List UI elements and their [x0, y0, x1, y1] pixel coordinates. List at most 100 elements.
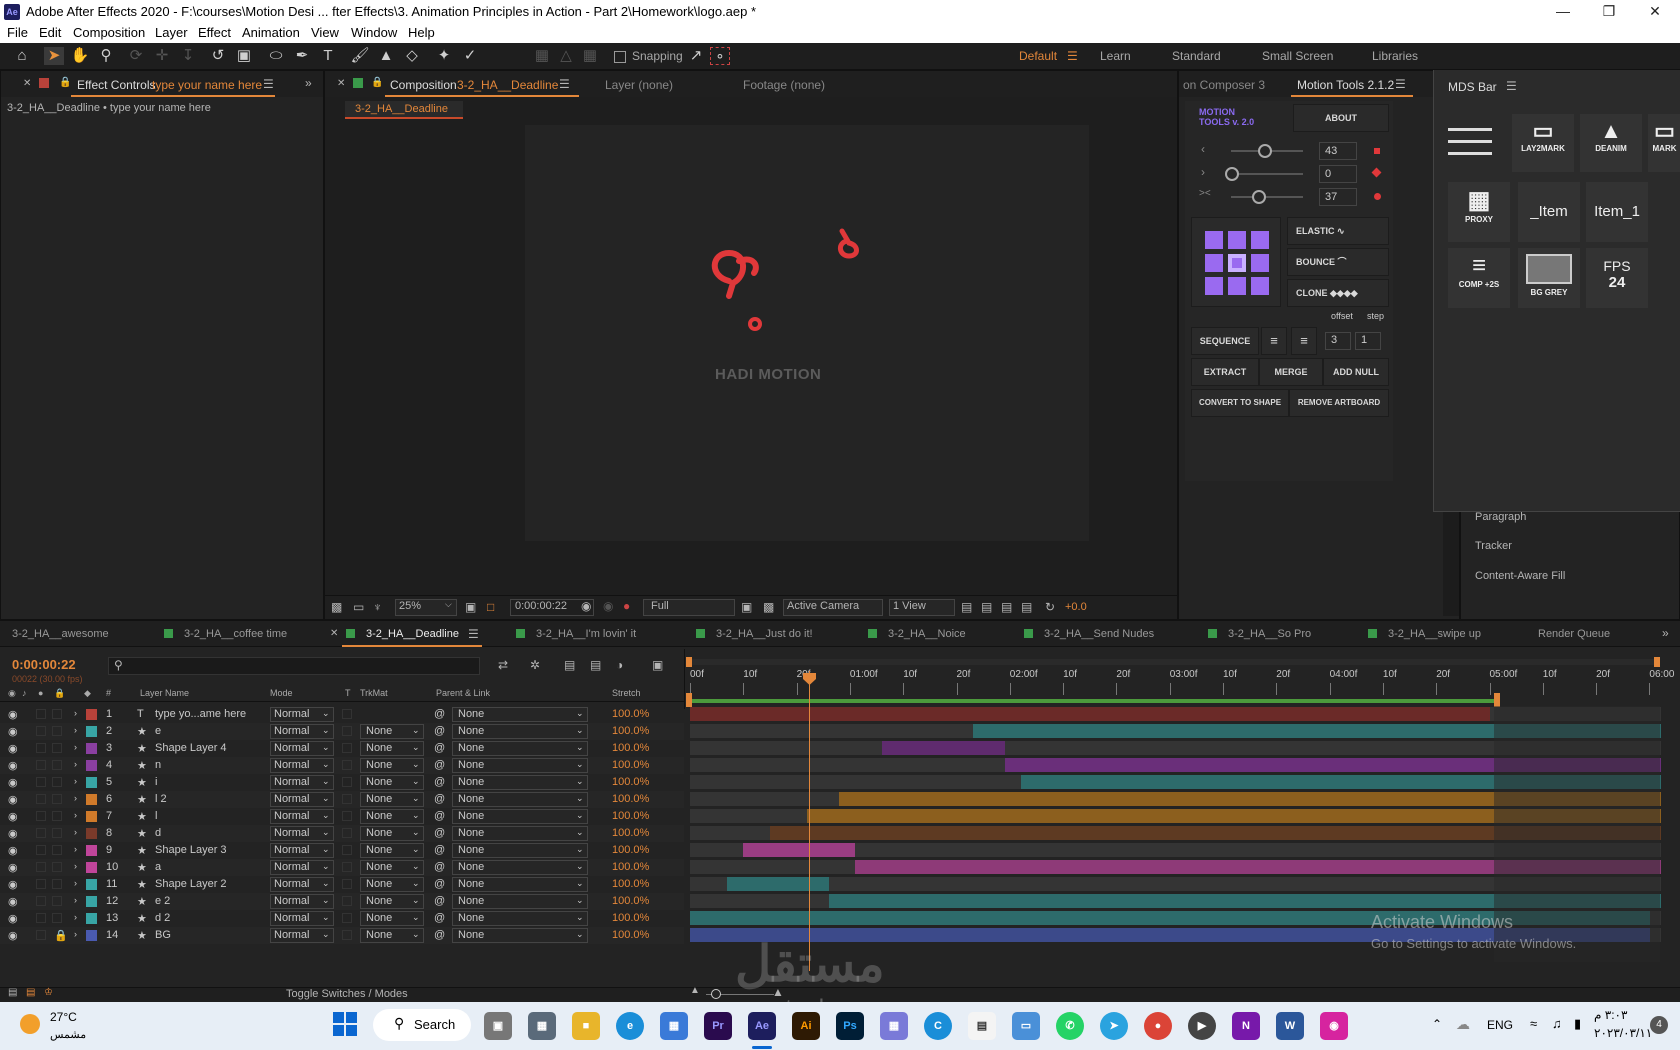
close-tab-icon[interactable]: ✕: [23, 78, 31, 89]
clock-time[interactable]: ٣:٠٣ م: [1594, 1008, 1627, 1022]
telegram-icon[interactable]: ➤: [1100, 1012, 1128, 1040]
layer-name[interactable]: i: [155, 776, 157, 788]
pick-whip-icon[interactable]: @: [434, 759, 445, 771]
preserve-transparency-toggle[interactable]: [342, 709, 352, 719]
type-tool-icon[interactable]: T: [318, 47, 338, 65]
solo-toggle[interactable]: [36, 930, 46, 940]
lock-toggle[interactable]: [52, 794, 62, 804]
preserve-transparency-toggle[interactable]: [342, 930, 352, 940]
composer-tab[interactable]: on Composer 3: [1183, 78, 1265, 92]
layer-row[interactable]: ◉ 🔒 › 14 ★ BG Normal ⌄ None ⌄ @ None ⌄ 100.0%: [0, 927, 684, 944]
layer-name[interactable]: d: [155, 827, 161, 839]
close-tab-icon[interactable]: ✕: [330, 628, 338, 639]
effect-controls-target[interactable]: type your name here: [152, 78, 262, 92]
layer-stretch[interactable]: 100.0%: [612, 827, 649, 839]
orbit-tool-icon[interactable]: ⟳: [126, 47, 146, 65]
layer-switches-icon[interactable]: ▤: [8, 987, 17, 998]
mark-button[interactable]: ▭ MARK: [1648, 114, 1680, 172]
visibility-eye-icon[interactable]: ◉: [8, 912, 18, 925]
expand-chevron-icon[interactable]: ›: [74, 725, 77, 735]
tab-so-pro[interactable]: 3-2_HA__So Pro: [1228, 628, 1311, 640]
work-area-bar[interactable]: [690, 699, 1495, 703]
after-effects-icon[interactable]: Ae: [748, 1012, 776, 1040]
ease-out-slider-track[interactable]: [1231, 173, 1303, 175]
layer-label-color[interactable]: [86, 828, 97, 839]
graph-editor-icon[interactable]: ▣: [652, 658, 663, 672]
expand-chevron-icon[interactable]: ›: [74, 708, 77, 718]
layer-name[interactable]: BG: [155, 929, 171, 941]
transparency-grid-icon[interactable]: □: [487, 600, 494, 614]
preserve-transparency-toggle[interactable]: [342, 879, 352, 889]
home-icon[interactable]: ⌂: [12, 47, 32, 65]
show-snapshot-icon[interactable]: ◉: [603, 599, 613, 613]
layer-stretch[interactable]: 100.0%: [612, 929, 649, 941]
close-button[interactable]: ✕: [1632, 0, 1678, 24]
windows-start-icon[interactable]: [333, 1012, 357, 1036]
shy-layers-icon[interactable]: ▤: [564, 658, 575, 672]
layer-stretch[interactable]: 100.0%: [612, 776, 649, 788]
expand-chevron-icon[interactable]: ›: [74, 827, 77, 837]
pick-whip-icon[interactable]: @: [434, 776, 445, 788]
toggle-pixel-aspect-icon[interactable]: ▤: [961, 600, 972, 614]
tab-awesome[interactable]: 3-2_HA__awesome: [12, 628, 109, 640]
pick-whip-icon[interactable]: @: [434, 929, 445, 941]
solo-toggle[interactable]: [36, 845, 46, 855]
workspace-small-screen[interactable]: Small Screen: [1262, 49, 1333, 63]
layer-name[interactable]: type yo...ame here: [155, 708, 246, 720]
offset-input[interactable]: [1325, 332, 1351, 350]
pick-whip-icon[interactable]: @: [434, 912, 445, 924]
hand-tool-icon[interactable]: ✋: [70, 47, 90, 65]
volume-icon[interactable]: ♫: [1552, 1016, 1562, 1031]
expand-chevron-icon[interactable]: ›: [74, 861, 77, 871]
solo-toggle[interactable]: [36, 811, 46, 821]
in-out-icon[interactable]: ♔: [44, 987, 53, 998]
merge-button[interactable]: MERGE: [1259, 358, 1323, 386]
visibility-eye-icon[interactable]: ◉: [8, 793, 18, 806]
item-button[interactable]: _Item: [1518, 182, 1580, 242]
layer-stretch[interactable]: 100.0%: [612, 912, 649, 924]
layer-row[interactable]: ◉ › 12 ★ e 2 Normal ⌄ None ⌄ @ None ⌄ 100.0%: [0, 893, 684, 910]
layer-stretch[interactable]: 100.0%: [612, 844, 649, 856]
layer-name[interactable]: e 2: [155, 895, 170, 907]
photoshop-icon[interactable]: Ps: [836, 1012, 864, 1040]
expand-chevron-icon[interactable]: ›: [74, 759, 77, 769]
toggle-switches-modes-button[interactable]: Toggle Switches / Modes: [286, 988, 408, 1000]
pick-whip-icon[interactable]: @: [434, 810, 445, 822]
solo-toggle[interactable]: [36, 777, 46, 787]
sun-icon[interactable]: [20, 1014, 40, 1034]
anchor-bottom[interactable]: [1228, 277, 1246, 295]
menu-effect[interactable]: Effect: [198, 25, 231, 40]
visibility-eye-icon[interactable]: ◉: [8, 742, 18, 755]
flowchart-icon[interactable]: ▤: [1021, 600, 1032, 614]
layer-search-input[interactable]: [108, 657, 480, 675]
visibility-eye-icon[interactable]: ◉: [8, 725, 18, 738]
brush-tool-icon[interactable]: 🖌: [350, 47, 370, 65]
safe-zones-icon[interactable]: ▣: [465, 600, 476, 614]
axis-local-icon[interactable]: ▦: [532, 47, 552, 65]
stamp-tool-icon[interactable]: ▲: [376, 47, 396, 65]
clock-date[interactable]: ٢٠٢٣/٠٣/١١: [1594, 1026, 1652, 1040]
layer-label-color[interactable]: [86, 709, 97, 720]
preserve-transparency-toggle[interactable]: [342, 845, 352, 855]
footage-tab[interactable]: Footage (none): [743, 78, 825, 92]
lock-toggle[interactable]: [52, 913, 62, 923]
workspace-default[interactable]: Default: [1019, 49, 1057, 63]
auto-bezier-icon[interactable]: [1374, 193, 1381, 200]
timeline-timecode[interactable]: 0:00:00:22: [12, 657, 76, 672]
menu-composition[interactable]: Composition: [73, 25, 145, 40]
layer-name[interactable]: Shape Layer 3: [155, 844, 227, 856]
content-aware-fill-panel[interactable]: Content-Aware Fill: [1475, 570, 1565, 582]
solo-toggle[interactable]: [36, 896, 46, 906]
snap-target-icon[interactable]: ∘: [710, 47, 730, 65]
layer-label-color[interactable]: [86, 913, 97, 924]
layer-name[interactable]: n: [155, 759, 161, 771]
proxy-button[interactable]: ▦ PROXY: [1448, 182, 1510, 242]
chrome-icon[interactable]: ●: [1144, 1012, 1172, 1040]
layer-row[interactable]: ◉ › 9 ★ Shape Layer 3 Normal ⌄ None ⌄ @ None ⌄ 100.0…: [0, 842, 684, 859]
layer-label-color[interactable]: [86, 879, 97, 890]
layer-label-color[interactable]: [86, 811, 97, 822]
layer-tab[interactable]: Layer (none): [605, 78, 673, 92]
lock-toggle[interactable]: [52, 879, 62, 889]
wifi-icon[interactable]: ≈: [1530, 1016, 1537, 1031]
photos-icon[interactable]: ▦: [880, 1012, 908, 1040]
